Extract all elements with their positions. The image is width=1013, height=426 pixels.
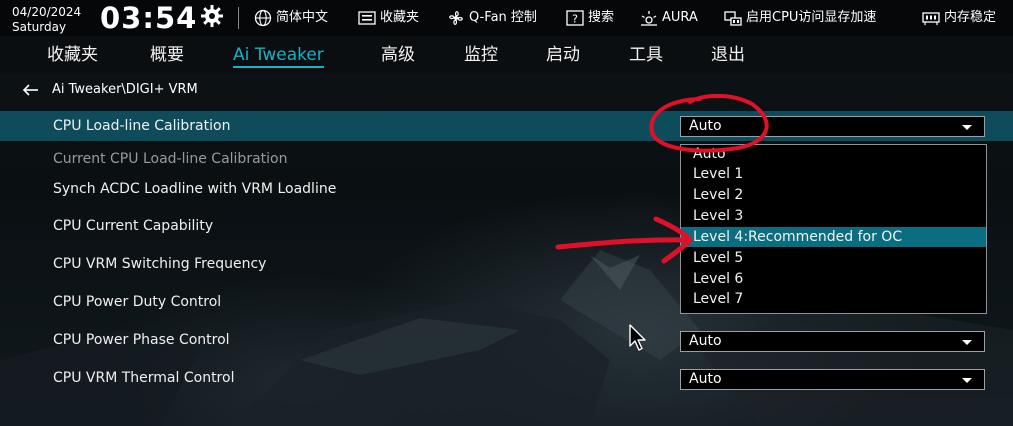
select-value: Auto bbox=[689, 371, 722, 387]
setting-label: CPU VRM Switching Frequency bbox=[53, 256, 267, 272]
memory-stability-label: 内存稳定 bbox=[944, 10, 997, 25]
option-label: Level 7 bbox=[693, 291, 744, 307]
gear-icon[interactable] bbox=[200, 4, 224, 28]
option-label: Auto bbox=[693, 146, 726, 162]
date: 04/20/2024 bbox=[12, 5, 82, 19]
dropdown-option-auto[interactable]: Auto bbox=[681, 145, 986, 164]
dropdown-option-level-6[interactable]: Level 6 bbox=[681, 269, 986, 289]
setting-row-power-phase[interactable]: CPU Power Phase Control Auto bbox=[0, 325, 1013, 355]
divider bbox=[238, 7, 239, 29]
option-label: Level 1 bbox=[693, 166, 744, 182]
dropdown-option-level-3[interactable]: Level 3 bbox=[681, 206, 986, 226]
clock: 03:54 bbox=[100, 1, 198, 35]
thermal-control-select[interactable]: Auto bbox=[680, 369, 985, 390]
aura-icon bbox=[641, 11, 657, 26]
option-label: Level 2 bbox=[693, 187, 744, 203]
tab-ai-tweaker[interactable]: Ai Tweaker bbox=[233, 44, 324, 68]
tab-favorites[interactable]: 收藏夹 bbox=[47, 44, 98, 66]
status-bar: 04/20/2024 Saturday 03:54 简体中文 收藏夹 Q-Fan… bbox=[0, 0, 1013, 36]
setting-label: CPU Power Phase Control bbox=[53, 332, 230, 348]
dropdown-option-level-7[interactable]: Level 7 bbox=[681, 289, 986, 309]
mouse-cursor-icon bbox=[629, 324, 646, 351]
weekday: Saturday bbox=[12, 20, 67, 34]
dropdown-option-level-5[interactable]: Level 5 bbox=[681, 248, 986, 268]
setting-label: Synch ACDC Loadline with VRM Loadline bbox=[53, 181, 337, 197]
tab-boot[interactable]: 启动 bbox=[546, 44, 580, 66]
memory-icon bbox=[922, 12, 940, 25]
resizable-bar-label: 启用CPU访问显存加速 bbox=[746, 10, 877, 25]
chevron-down-icon bbox=[962, 378, 972, 383]
search-label: 搜索 bbox=[588, 10, 615, 25]
help-icon: ? bbox=[566, 10, 584, 26]
setting-label: CPU VRM Thermal Control bbox=[53, 370, 235, 386]
chevron-down-icon bbox=[962, 125, 972, 130]
fan-icon bbox=[449, 11, 463, 25]
setting-label: CPU Current Capability bbox=[53, 218, 214, 234]
svg-text:?: ? bbox=[572, 13, 578, 26]
main-menu: 收藏夹 概要 Ai Tweaker 高级 监控 启动 工具 退出 bbox=[0, 36, 1013, 74]
back-arrow-icon[interactable] bbox=[22, 80, 40, 100]
setting-row-thermal-control[interactable]: CPU VRM Thermal Control Auto bbox=[0, 363, 1013, 393]
llc-dropdown-list: Auto Level 1 Level 2 Level 3 Level 4:Rec… bbox=[680, 144, 987, 314]
cpu-llc-select[interactable]: Auto bbox=[680, 116, 985, 137]
setting-label: Current CPU Load-line Calibration bbox=[53, 151, 288, 167]
memory-access-icon bbox=[724, 11, 742, 26]
keyboard-icon bbox=[358, 11, 376, 25]
dropdown-option-level-1[interactable]: Level 1 bbox=[681, 164, 986, 184]
power-phase-select[interactable]: Auto bbox=[680, 331, 985, 352]
select-value: Auto bbox=[689, 118, 722, 134]
option-label: Level 4:Recommended for OC bbox=[693, 229, 903, 245]
tab-advanced[interactable]: 高级 bbox=[381, 44, 415, 66]
option-label: Level 6 bbox=[693, 271, 744, 287]
breadcrumb-path: Ai Tweaker\DIGI+ VRM bbox=[52, 82, 198, 97]
tab-tool[interactable]: 工具 bbox=[629, 44, 663, 66]
setting-label: CPU Load-line Calibration bbox=[53, 118, 231, 134]
language-label: 简体中文 bbox=[276, 10, 329, 25]
select-value: Auto bbox=[689, 333, 722, 349]
aura-label: AURA bbox=[662, 10, 698, 25]
chevron-down-icon bbox=[962, 340, 972, 345]
tab-monitor[interactable]: 监控 bbox=[464, 44, 498, 66]
favorites-label: 收藏夹 bbox=[380, 10, 420, 25]
option-label: Level 3 bbox=[693, 208, 744, 224]
tab-main[interactable]: 概要 bbox=[150, 44, 184, 66]
globe-icon bbox=[254, 9, 272, 27]
tab-exit[interactable]: 退出 bbox=[711, 44, 745, 66]
setting-label: CPU Power Duty Control bbox=[53, 294, 222, 310]
dropdown-option-level-4[interactable]: Level 4:Recommended for OC bbox=[681, 227, 986, 247]
setting-row-cpu-llc[interactable]: CPU Load-line Calibration Auto bbox=[0, 111, 1013, 141]
option-label: Level 5 bbox=[693, 250, 744, 266]
dropdown-option-level-2[interactable]: Level 2 bbox=[681, 185, 986, 205]
qfan-label: Q-Fan 控制 bbox=[469, 10, 537, 25]
